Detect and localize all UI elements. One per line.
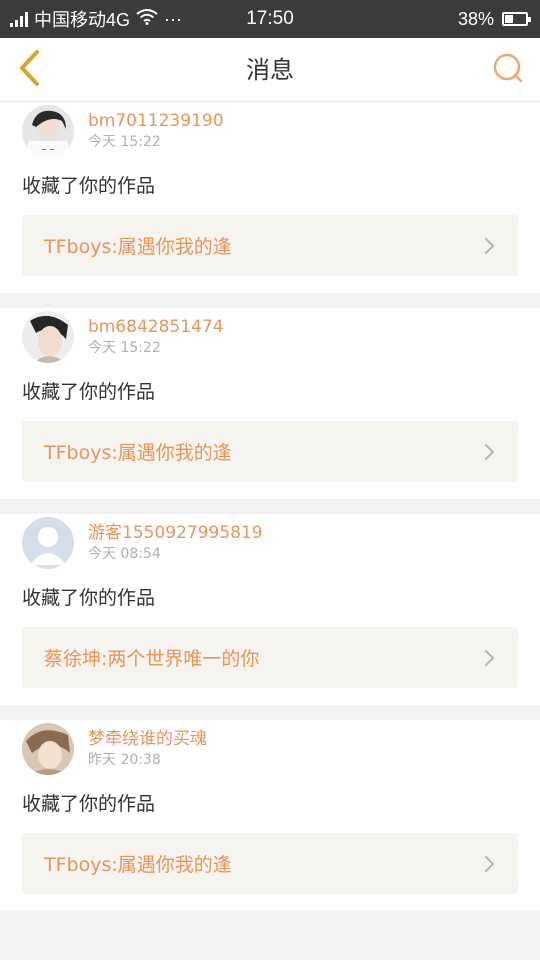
avatar[interactable] (22, 723, 74, 775)
action-text: 收藏了你的作品 (22, 793, 156, 815)
status-bar: 中国移动4G ··· 17:50 38% (0, 0, 540, 38)
wifi-icon (136, 8, 158, 30)
timestamp: 昨天 20:38 (88, 752, 161, 768)
carrier-label: 中国移动4G (34, 10, 131, 30)
action-text: 收藏了你的作品 (22, 381, 156, 403)
signal-icon (10, 11, 28, 27)
user-row: 游客1550927995819 今天 08:54 (22, 514, 518, 572)
work-link[interactable]: 蔡徐坤:两个世界唯一的你 (22, 627, 518, 688)
work-title: 蔡徐坤:两个世界唯一的你 (44, 648, 260, 670)
action-text: 收藏了你的作品 (22, 175, 156, 197)
work-title: TFboys:属遇你我的逢 (44, 442, 232, 464)
work-title: TFboys:属遇你我的逢 (44, 854, 232, 876)
timestamp: 今天 15:22 (88, 134, 161, 150)
work-link[interactable]: TFboys:属遇你我的逢 (22, 833, 518, 894)
user-row: ~ ~ bm7011239190 今天 15:22 (22, 102, 518, 160)
username[interactable]: bm6842851474 (88, 316, 224, 338)
username[interactable]: 梦牵绕谁的买魂 (88, 728, 207, 750)
avatar[interactable]: ~ ~ (22, 105, 74, 157)
message-card: 游客1550927995819 今天 08:54 收藏了你的作品 蔡徐坤:两个世… (0, 514, 540, 705)
search-button[interactable] (486, 48, 530, 92)
user-row: bm6842851474 今天 15:22 (22, 308, 518, 366)
work-link[interactable]: TFboys:属遇你我的逢 (22, 215, 518, 276)
username[interactable]: 游客1550927995819 (88, 522, 263, 544)
work-link[interactable]: TFboys:属遇你我的逢 (22, 421, 518, 482)
nav-bar: 消息 (0, 38, 540, 102)
message-card: 梦牵绕谁的买魂 昨天 20:38 收藏了你的作品 TFboys:属遇你我的逢 (0, 720, 540, 911)
battery-icon (502, 12, 531, 26)
username[interactable]: bm7011239190 (88, 110, 224, 132)
message-card: ~ ~ bm7011239190 今天 15:22 收藏了你的作品 TFboys… (0, 102, 540, 293)
avatar[interactable] (22, 311, 74, 363)
svg-text:~ ~: ~ ~ (41, 146, 55, 154)
chevron-right-icon (484, 855, 496, 873)
page-title: 消息 (246, 56, 294, 84)
battery-percent: 38% (457, 8, 494, 29)
work-title: TFboys:属遇你我的逢 (44, 236, 232, 258)
chevron-right-icon (484, 237, 496, 255)
message-card: bm6842851474 今天 15:22 收藏了你的作品 TFboys:属遇你… (0, 308, 540, 499)
user-row: 梦牵绕谁的买魂 昨天 20:38 (22, 720, 518, 778)
message-list: ~ ~ bm7011239190 今天 15:22 收藏了你的作品 TFboys… (0, 102, 540, 926)
timestamp: 今天 08:54 (88, 546, 161, 562)
chevron-right-icon (484, 649, 496, 667)
default-avatar-icon[interactable] (22, 517, 74, 569)
action-text: 收藏了你的作品 (22, 587, 156, 609)
status-right: 38% (457, 0, 531, 38)
more-dots: ··· (164, 8, 182, 29)
timestamp: 今天 15:22 (88, 340, 161, 356)
status-left: 中国移动4G ··· (10, 0, 182, 38)
chevron-right-icon (484, 443, 496, 461)
search-icon (492, 52, 524, 88)
